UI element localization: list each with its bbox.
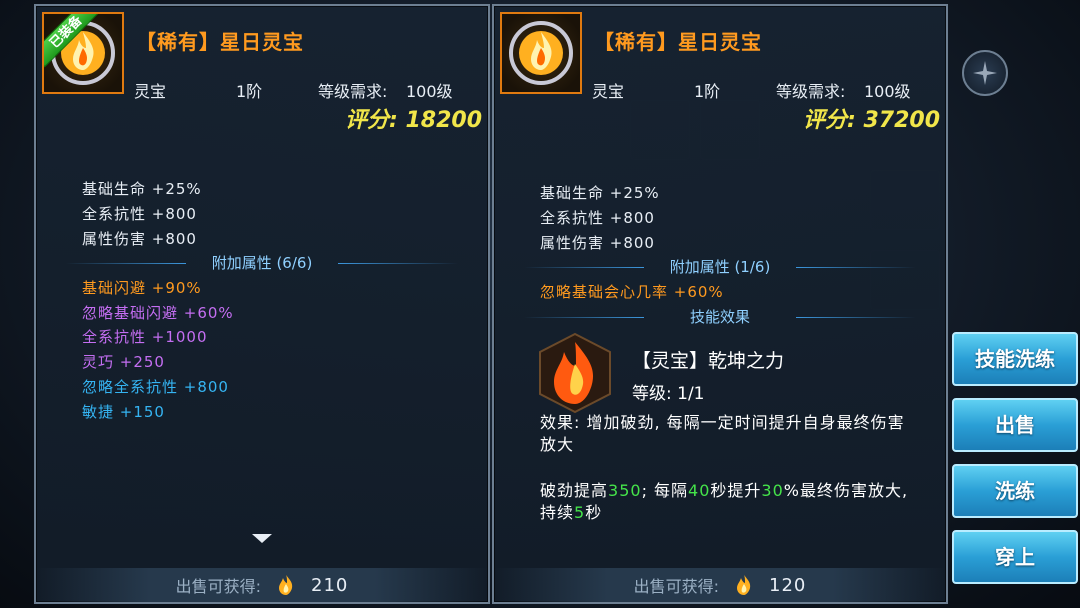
item-score: 评分: 18200 — [345, 108, 482, 133]
sell-value: 120 — [769, 574, 807, 596]
equip-button[interactable]: 穿上 — [952, 530, 1078, 584]
sell-value: 210 — [311, 574, 349, 596]
emblem-icon — [962, 50, 1008, 96]
sell-value-bar: 出售可获得: 120 — [494, 568, 946, 602]
detail-number: 5 — [574, 503, 586, 522]
sell-button[interactable]: 出售 — [952, 398, 1078, 452]
level-requirement-value: 100级 — [406, 82, 453, 101]
star-emblem-icon — [973, 61, 997, 85]
item-title: 【稀有】星日灵宝 — [136, 30, 304, 54]
base-stat: 全系抗性 +800 — [540, 209, 655, 227]
detail-text: 秒提升 — [710, 481, 762, 500]
item-type: 灵宝 — [134, 82, 167, 101]
level-requirement-label: 等级需求: — [318, 82, 388, 101]
sell-value-label: 出售可获得: — [175, 577, 262, 596]
level-requirement-value: 100级 — [864, 82, 911, 101]
skill-effect-description: 效果: 增加破劲, 每隔一定时间提升自身最终伤害放大 — [540, 413, 905, 454]
item-icon-frame: 已装备 — [42, 12, 124, 94]
extra-stat: 基础闪避 +90% — [82, 279, 202, 297]
detail-number: 40 — [688, 481, 711, 500]
extra-attributes-title: 附加属性 (6/6) — [56, 252, 468, 274]
skill-name: 【灵宝】乾坤之力 — [632, 350, 785, 372]
scroll-down-arrow-icon[interactable] — [252, 534, 272, 543]
skill-refine-button[interactable]: 技能洗练 — [952, 332, 1078, 386]
item-icon-frame — [500, 12, 582, 94]
base-stat: 基础生命 +25% — [82, 180, 202, 198]
base-stat: 基础生命 +25% — [540, 184, 660, 202]
currency-flame-icon — [737, 575, 751, 595]
detail-text: ; 每隔 — [641, 481, 689, 500]
detail-number: 350 — [608, 481, 642, 500]
base-stat: 属性伤害 +800 — [540, 234, 655, 252]
spirit-treasure-flame-icon — [509, 21, 573, 85]
extra-attributes-title: 附加属性 (1/6) — [514, 256, 926, 278]
compare-item-card: 【稀有】星日灵宝 灵宝 1阶 等级需求: 100级 评分: 37200 基础生命… — [492, 4, 948, 604]
item-tier: 1阶 — [694, 82, 721, 101]
item-type: 灵宝 — [592, 82, 625, 101]
extra-stat: 敏捷 +150 — [82, 403, 165, 421]
detail-text: 破劲提高 — [540, 481, 609, 500]
level-requirement-label: 等级需求: — [776, 82, 846, 101]
skill-effect-title: 技能效果 — [514, 306, 926, 328]
item-tier: 1阶 — [236, 82, 263, 101]
item-score: 评分: 37200 — [803, 108, 940, 133]
extra-stat: 忽略全系抗性 +800 — [82, 378, 229, 396]
extra-stat: 灵巧 +250 — [82, 353, 165, 371]
sell-value-bar: 出售可获得: 210 — [36, 568, 488, 602]
base-stat: 属性伤害 +800 — [82, 230, 197, 248]
refine-button[interactable]: 洗练 — [952, 464, 1078, 518]
extra-stat: 忽略基础会心几率 +60% — [540, 283, 724, 301]
item-title: 【稀有】星日灵宝 — [594, 30, 762, 54]
detail-text: 秒 — [585, 503, 603, 522]
equipped-item-card: 已装备 【稀有】星日灵宝 灵宝 1阶 等级需求: 100级 评分: 18200 … — [34, 4, 490, 604]
extra-stat: 全系抗性 +1000 — [82, 328, 208, 346]
skill-fire-icon — [539, 332, 611, 414]
skill-detail-description: 破劲提高350; 每隔40秒提升30%最终伤害放大, 持续5秒 — [540, 480, 920, 524]
detail-number: 30 — [761, 481, 784, 500]
skill-level: 等级: 1/1 — [632, 384, 705, 404]
extra-stat: 忽略基础闪避 +60% — [82, 304, 234, 322]
sell-value-label: 出售可获得: — [633, 577, 720, 596]
currency-flame-icon — [279, 575, 293, 595]
base-stat: 全系抗性 +800 — [82, 205, 197, 223]
